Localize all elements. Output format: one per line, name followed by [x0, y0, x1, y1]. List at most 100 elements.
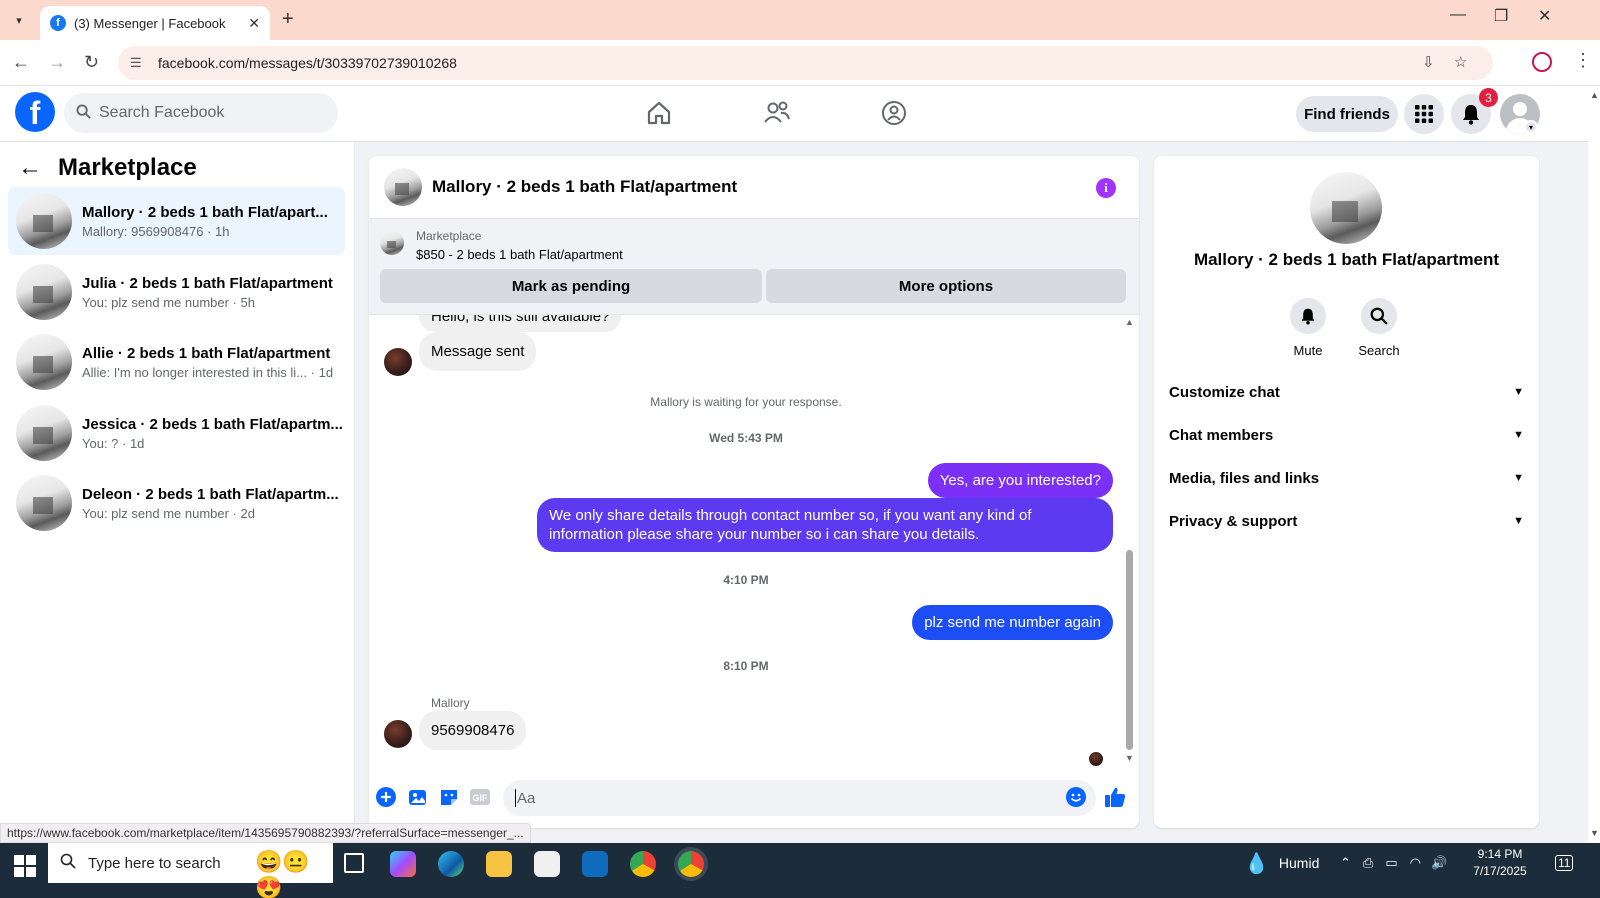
page-scrollbar[interactable]: ▲ ▼: [1588, 86, 1600, 843]
mute-button[interactable]: Mute: [1278, 298, 1338, 358]
chat-panel: Mallory · 2 beds 1 bath Flat/apartment i…: [369, 156, 1139, 828]
sender-avatar: [384, 720, 412, 748]
chevron-down-icon: ▼: [1513, 386, 1524, 398]
back-arrow-icon[interactable]: ←: [18, 154, 42, 182]
listing-thumbnail: [16, 264, 72, 320]
windows-start-icon[interactable]: [14, 855, 36, 877]
home-icon[interactable]: [642, 96, 676, 130]
battery-icon[interactable]: ▭: [1385, 855, 1397, 871]
scroll-down-icon[interactable]: ▼: [1125, 753, 1134, 763]
system-tray[interactable]: ⌃ ⎙ ▭ ◠ 🔊: [1340, 843, 1447, 883]
message-bubble-incoming: Message sent: [419, 332, 537, 371]
menu-grid-icon[interactable]: [1404, 94, 1444, 134]
taskbar-clock[interactable]: 9:14 PM 7/17/2025: [1455, 846, 1545, 880]
conversation-item[interactable]: Jessica · 2 beds 1 bath Flat/apartm... Yo…: [8, 399, 345, 467]
chevron-up-icon[interactable]: ⌃: [1340, 855, 1351, 871]
row-label: Customize chat: [1169, 383, 1280, 401]
maximize-icon[interactable]: ❐: [1494, 6, 1508, 26]
chrome-active-icon[interactable]: [678, 851, 704, 877]
taskbar-search-input[interactable]: Type here to search 😄😐😍: [48, 843, 333, 898]
waiting-notice: Mallory is waiting for your response.: [650, 395, 842, 409]
copilot-icon[interactable]: [390, 851, 416, 877]
row-label: Privacy & support: [1169, 512, 1298, 530]
notification-center-icon[interactable]: 11: [1555, 843, 1574, 883]
file-explorer-icon[interactable]: [486, 851, 512, 877]
search-label: Search: [1358, 343, 1400, 358]
search-conversation-button[interactable]: Search: [1349, 298, 1409, 358]
bell-icon: [1290, 298, 1326, 334]
close-tab-icon[interactable]: ✕: [248, 15, 260, 32]
chevron-down-icon: ▼: [1513, 515, 1524, 527]
scroll-up-icon[interactable]: ▲: [1590, 90, 1599, 100]
row-label: Media, files and links: [1169, 469, 1320, 487]
network-device-icon[interactable]: ⎙: [1363, 855, 1373, 871]
info-icon[interactable]: i: [1096, 178, 1116, 198]
minimize-icon[interactable]: —: [1450, 6, 1466, 24]
listing-thumbnail: [16, 405, 72, 461]
browser-tab[interactable]: f (3) Messenger | Facebook ✕: [40, 6, 270, 40]
weather-widget[interactable]: 💧 Humid: [1244, 843, 1319, 883]
chat-header[interactable]: Mallory · 2 beds 1 bath Flat/apartment: [369, 156, 1139, 219]
customize-chat-row[interactable]: Customize chat ▼: [1169, 374, 1524, 410]
wifi-icon[interactable]: ◠: [1410, 855, 1421, 871]
gif-icon[interactable]: GIF: [469, 786, 491, 808]
facebook-favicon-icon: f: [50, 15, 66, 31]
friends-icon[interactable]: [760, 96, 794, 130]
outlook-icon[interactable]: [582, 851, 608, 877]
conversation-preview: Mallory: 9569908476 · 1h: [82, 223, 230, 239]
message-bubble-outgoing: We only share details through contact nu…: [537, 498, 1113, 552]
message-input[interactable]: Aa: [503, 780, 1096, 816]
conversation-item[interactable]: Deleon · 2 beds 1 bath Flat/apartm... You…: [8, 469, 345, 537]
sidebar-header: ← Marketplace: [18, 154, 197, 182]
timestamp: Wed 5:43 PM: [709, 431, 783, 445]
emoji-icon[interactable]: [1065, 786, 1087, 808]
like-thumb-icon[interactable]: [1104, 786, 1126, 808]
message-thread: Hello, is this still available? Message …: [369, 315, 1139, 768]
privacy-support-row[interactable]: Privacy & support ▼: [1169, 503, 1524, 539]
listing-thumbnail: [16, 334, 72, 390]
chevron-down-icon[interactable]: ▾: [1524, 120, 1538, 134]
url-field[interactable]: ☰ facebook.com/messages/t/30339702739010…: [118, 46, 1493, 80]
sender-name: Mallory: [431, 696, 470, 710]
row-label: Chat members: [1169, 426, 1274, 444]
task-view-icon[interactable]: [344, 853, 364, 873]
listing-title[interactable]: $850 - 2 beds 1 bath Flat/apartment: [416, 247, 623, 262]
edge-icon[interactable]: [438, 851, 464, 877]
groups-icon[interactable]: [877, 96, 911, 130]
clock-date: 7/17/2025: [1473, 864, 1527, 878]
scroll-down-icon[interactable]: ▼: [1590, 828, 1599, 838]
facebook-search-input[interactable]: Search Facebook: [64, 93, 338, 133]
plus-icon[interactable]: [375, 786, 397, 808]
browser-profile-icon[interactable]: [1532, 52, 1552, 72]
bookmark-star-icon[interactable]: ☆: [1454, 53, 1467, 71]
chat-listing-thumbnail: [384, 168, 422, 206]
media-files-links-row[interactable]: Media, files and links ▼: [1169, 460, 1524, 496]
find-friends-button[interactable]: Find friends: [1296, 96, 1398, 132]
chrome-icon[interactable]: [630, 851, 656, 877]
back-icon[interactable]: ←: [12, 52, 30, 73]
conversation-item[interactable]: Julia · 2 beds 1 bath Flat/apartment You:…: [8, 258, 345, 326]
scrollbar-thumb[interactable]: [1126, 550, 1133, 750]
microsoft-store-icon[interactable]: [534, 851, 560, 877]
volume-icon[interactable]: 🔊: [1431, 855, 1447, 871]
photo-icon[interactable]: [407, 786, 429, 808]
conversation-item[interactable]: Mallory · 2 beds 1 bath Flat/apart... Mal…: [8, 187, 345, 255]
new-tab-icon[interactable]: +: [282, 8, 294, 31]
more-options-button[interactable]: More options: [766, 269, 1126, 303]
install-app-icon[interactable]: ⇩: [1422, 53, 1435, 71]
close-window-icon[interactable]: ✕: [1538, 6, 1551, 26]
forward-icon[interactable]: →: [48, 52, 66, 73]
listing-thumbnail: [16, 193, 72, 249]
scroll-up-icon[interactable]: ▲: [1125, 317, 1134, 327]
reload-icon[interactable]: ↻: [84, 52, 99, 73]
chat-members-row[interactable]: Chat members ▼: [1169, 417, 1524, 453]
sticker-icon[interactable]: [438, 786, 460, 808]
site-info-icon[interactable]: ☰: [130, 55, 148, 71]
tab-search-icon[interactable]: ▾: [8, 9, 30, 31]
conversation-item[interactable]: Allie · 2 beds 1 bath Flat/apartment Alli…: [8, 328, 345, 396]
browser-menu-icon[interactable]: ⋮: [1574, 50, 1592, 71]
details-title: Mallory · 2 beds 1 bath Flat/apartment: [1193, 250, 1500, 269]
mark-as-pending-button[interactable]: Mark as pending: [380, 269, 762, 303]
chat-scrollbar[interactable]: ▲ ▼: [1123, 315, 1137, 768]
facebook-logo-icon[interactable]: f: [15, 92, 55, 132]
